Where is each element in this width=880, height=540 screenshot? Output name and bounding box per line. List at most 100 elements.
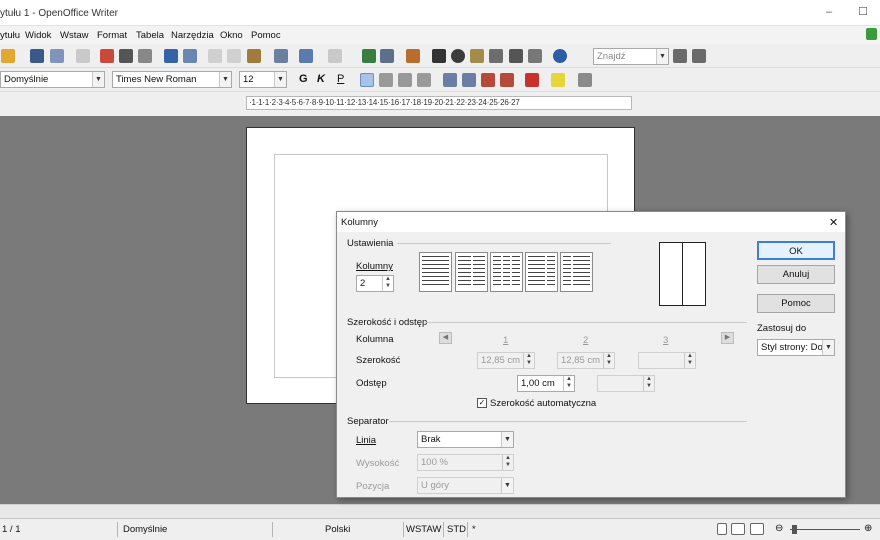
zoom-out-icon[interactable]: ⊖ [775, 523, 783, 534]
insert-mode[interactable]: WSTAW [406, 524, 441, 535]
zoom-icon[interactable] [528, 49, 542, 63]
background-color-icon[interactable] [578, 73, 592, 87]
spellcheck-icon[interactable] [164, 49, 178, 63]
menu-window[interactable]: Okno [220, 30, 243, 41]
data-sources-icon[interactable] [489, 49, 503, 63]
align-right-icon[interactable] [398, 73, 412, 87]
multi-page-view-icon[interactable] [731, 523, 745, 535]
menu-insert[interactable]: Wstaw [60, 30, 89, 41]
font-color-icon[interactable] [525, 73, 539, 87]
hyperlink-icon[interactable] [362, 49, 376, 63]
help-icon[interactable] [553, 49, 567, 63]
menu-help[interactable]: Pomoc [251, 30, 281, 41]
menu-table[interactable]: Tabela [136, 30, 164, 41]
minimize-button[interactable]: – [822, 5, 836, 19]
draw-icon[interactable] [406, 49, 420, 63]
preset-two-columns[interactable] [455, 252, 488, 292]
autospellcheck-icon[interactable] [183, 49, 197, 63]
numbering-icon[interactable] [443, 73, 457, 87]
spin-arrows-icon[interactable]: ▲ ▼ [603, 353, 614, 368]
selection-mode[interactable]: STD [447, 524, 466, 535]
font-name-select[interactable]: Times New Roman ▼ [112, 71, 232, 88]
align-center-icon[interactable] [379, 73, 393, 87]
justify-icon[interactable] [417, 73, 431, 87]
chevron-down-icon[interactable]: ▼ [656, 49, 668, 64]
navigator-icon[interactable] [451, 49, 465, 63]
spacing1-spinner[interactable]: 1,00 cm ▲ ▼ [517, 375, 575, 392]
find-replace-icon[interactable] [432, 49, 446, 63]
save-icon[interactable] [30, 49, 44, 63]
column1-width-spinner[interactable]: 12,85 cm ▲ ▼ [477, 352, 535, 369]
underline-button[interactable]: P [337, 73, 344, 85]
language[interactable]: Polski [325, 524, 350, 535]
preset-left-wide[interactable] [525, 252, 558, 292]
menu-format[interactable]: Format [97, 30, 127, 41]
undo-icon[interactable] [299, 49, 313, 63]
increase-indent-icon[interactable] [500, 73, 514, 87]
zoom-slider[interactable] [790, 529, 860, 530]
previous-column-button[interactable]: ◀ [439, 332, 452, 344]
close-icon[interactable]: ✕ [829, 216, 838, 229]
bold-button[interactable]: G [299, 73, 308, 85]
align-left-icon[interactable] [360, 73, 374, 87]
redo-icon[interactable] [328, 49, 342, 63]
menu-tools[interactable]: Narzędzia [171, 30, 214, 41]
separator-position-select[interactable]: U góry ▼ [417, 477, 514, 494]
next-column-button[interactable]: ▶ [721, 332, 734, 344]
chevron-down-icon[interactable]: ▼ [274, 72, 286, 87]
spin-arrows-icon[interactable]: ▲ ▼ [643, 376, 654, 391]
chevron-down-icon[interactable]: ▼ [501, 432, 513, 447]
spin-arrows-icon[interactable]: ▲ ▼ [563, 376, 574, 391]
zoom-slider-thumb[interactable] [792, 525, 797, 534]
spin-arrows-icon[interactable]: ▲ ▼ [382, 276, 393, 291]
chevron-down-icon[interactable]: ▼ [219, 72, 231, 87]
separator-line-select[interactable]: Brak ▼ [417, 431, 514, 448]
paragraph-style-select[interactable]: Domyślnie ▼ [0, 71, 105, 88]
columns-count-spinner[interactable]: 2 ▲ ▼ [356, 275, 394, 292]
find-next-icon[interactable] [673, 49, 687, 63]
chevron-down-icon[interactable]: ▼ [92, 72, 104, 87]
font-size-select[interactable]: 12 ▼ [239, 71, 287, 88]
find-input[interactable]: Znajdź ▼ [593, 48, 669, 65]
chevron-down-icon[interactable]: ▼ [501, 478, 513, 493]
clone-formatting-icon[interactable] [274, 49, 288, 63]
new-document-icon[interactable] [1, 49, 15, 63]
copy-icon[interactable] [227, 49, 241, 63]
table-icon[interactable] [380, 49, 394, 63]
preset-one-column[interactable] [419, 252, 452, 292]
cancel-button[interactable]: Anuluj [757, 265, 835, 284]
apply-to-select[interactable]: Styl strony: Domyślnie ▼ [757, 339, 835, 356]
book-view-icon[interactable] [750, 523, 764, 535]
single-page-view-icon[interactable] [717, 523, 727, 535]
preset-three-columns[interactable] [490, 252, 523, 292]
ok-button[interactable]: OK [757, 241, 835, 260]
help-button[interactable]: Pomoc [757, 294, 835, 313]
column2-width-spinner[interactable]: 12,85 cm ▲ ▼ [557, 352, 615, 369]
print-preview-icon[interactable] [138, 49, 152, 63]
spin-arrows-icon[interactable]: ▲ ▼ [523, 353, 534, 368]
gallery-icon[interactable] [470, 49, 484, 63]
find-previous-icon[interactable] [692, 49, 706, 63]
preset-right-wide[interactable] [560, 252, 593, 292]
separator-height-spinner[interactable]: 100 % ▲ ▼ [417, 454, 514, 471]
zoom-in-icon[interactable]: ⊕ [864, 523, 872, 534]
highlight-icon[interactable] [551, 73, 565, 87]
spacing2-spinner[interactable]: ▲ ▼ [597, 375, 655, 392]
horizontal-ruler[interactable]: ·1·1·1·2·3·4·5·6·7·8·9·10·11·12·13·14·15… [246, 96, 632, 110]
italic-button[interactable]: K [317, 73, 325, 85]
update-icon[interactable] [866, 28, 877, 40]
paste-icon[interactable] [247, 49, 261, 63]
formatting-marks-icon[interactable] [509, 49, 523, 63]
menu-file[interactable]: ytułu [0, 30, 20, 41]
bullets-icon[interactable] [462, 73, 476, 87]
maximize-button[interactable]: ☐ [856, 5, 870, 19]
column3-width-spinner[interactable]: ▲ ▼ [638, 352, 696, 369]
spin-arrows-icon[interactable]: ▲ ▼ [684, 353, 695, 368]
email-icon[interactable] [50, 49, 64, 63]
export-pdf-icon[interactable] [100, 49, 114, 63]
decrease-indent-icon[interactable] [481, 73, 495, 87]
menu-view[interactable]: Widok [25, 30, 51, 41]
edit-file-icon[interactable] [76, 49, 90, 63]
print-icon[interactable] [119, 49, 133, 63]
spin-arrows-icon[interactable]: ▲ ▼ [502, 455, 513, 470]
